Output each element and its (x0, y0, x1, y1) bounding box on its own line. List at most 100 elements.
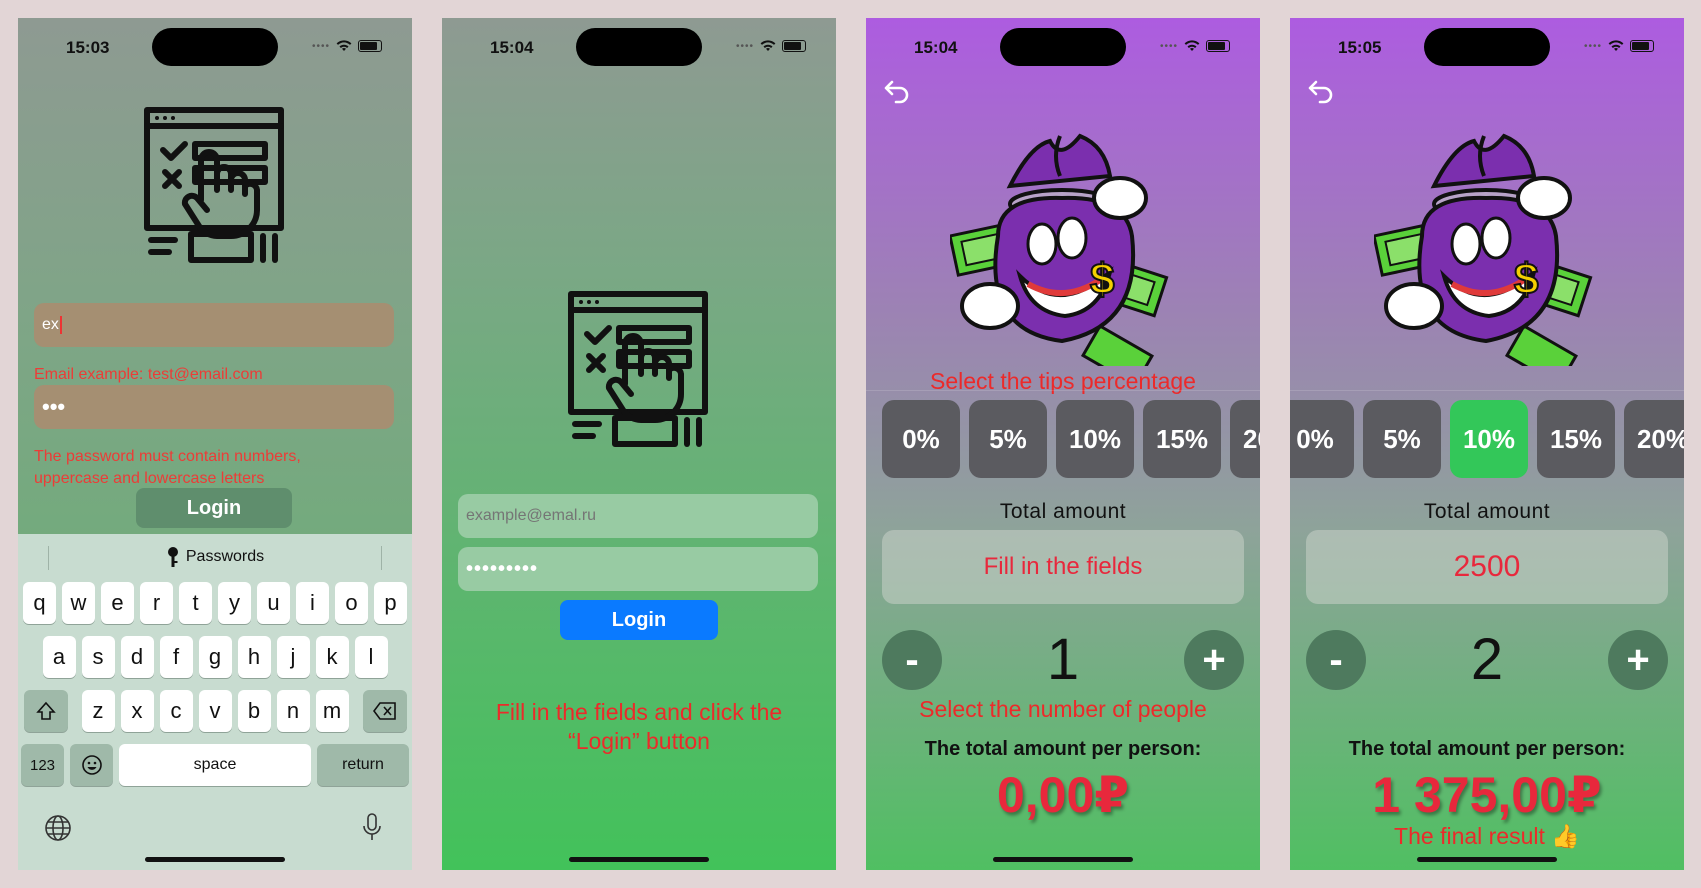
per-person-value: 0,00₽ (996, 767, 1130, 823)
dynamic-island (1000, 28, 1126, 66)
key-c[interactable]: c (159, 690, 193, 732)
svg-text:$: $ (1514, 255, 1538, 304)
email-input[interactable] (458, 494, 818, 538)
battery-icon (782, 40, 806, 52)
key-k[interactable]: k (315, 636, 349, 678)
shift-icon (35, 701, 56, 720)
tips-screen-empty: 15:04 •••• $ Select the tips percentage … (866, 18, 1260, 870)
status-indicators: •••• (1584, 40, 1654, 52)
tip-10-button[interactable]: 10% (1450, 400, 1528, 478)
key-x[interactable]: x (120, 690, 154, 732)
key-p[interactable]: p (374, 582, 407, 624)
keyboard-row-3: z x c v b n m (18, 690, 412, 732)
tip-0-button[interactable]: 0% (882, 400, 960, 478)
tip-15-button[interactable]: 15% (1143, 400, 1221, 478)
tip-20-button[interactable]: 20% (1230, 400, 1260, 478)
tip-5-button[interactable]: 5% (969, 400, 1047, 478)
total-amount-label: Total amount (999, 500, 1127, 523)
key-r[interactable]: r (140, 582, 173, 624)
key-f[interactable]: f (159, 636, 193, 678)
login-button[interactable]: Login (136, 488, 292, 528)
numbers-key[interactable]: 123 (21, 744, 64, 786)
tips-divider (1290, 390, 1684, 391)
shift-key[interactable] (23, 690, 68, 732)
wifi-icon (336, 40, 352, 51)
key-a[interactable]: a (42, 636, 76, 678)
key-h[interactable]: h (237, 636, 271, 678)
wifi-icon (1608, 40, 1624, 51)
space-key[interactable]: space (119, 744, 311, 786)
money-bag-mascot-icon: $ (950, 133, 1169, 366)
increase-people-button[interactable]: + (1608, 630, 1668, 690)
status-indicators: •••• (736, 40, 806, 52)
tip-10-button[interactable]: 10% (1056, 400, 1134, 478)
password-input[interactable]: ••• (34, 385, 394, 429)
key-m[interactable]: m (315, 690, 349, 732)
dynamic-island (576, 28, 702, 66)
status-time: 15:05 (1338, 38, 1382, 57)
final-result-label: The final result 👍 (1394, 823, 1580, 849)
globe-icon[interactable] (44, 814, 72, 842)
backspace-icon (372, 702, 396, 720)
key-j[interactable]: j (276, 636, 310, 678)
keyboard: Passwords q w e r t y u i o p a s d f g … (18, 534, 412, 870)
home-indicator (1417, 857, 1557, 862)
tip-20-button[interactable]: 20% (1624, 400, 1684, 478)
delete-key[interactable] (362, 690, 407, 732)
keyboard-row-2: a s d f g h j k l (18, 636, 412, 678)
keyboard-row-1: q w e r t y u i o p (18, 582, 412, 624)
signal-icon: •••• (735, 40, 754, 52)
battery-icon (358, 40, 382, 52)
wifi-icon (760, 40, 776, 51)
status-time: 15:04 (914, 38, 958, 57)
login-button[interactable]: Login (560, 600, 718, 640)
key-s[interactable]: s (81, 636, 115, 678)
total-amount-input[interactable]: Fill in the fields (882, 530, 1244, 604)
return-key[interactable]: return (317, 744, 409, 786)
tips-screen-result: 15:05 •••• $ 0% 5% 10% 15% 20% Total amo… (1290, 18, 1684, 870)
back-icon[interactable] (880, 74, 914, 108)
login-screen-errors: 15:03 •••• ex Email example: test@email.… (18, 18, 412, 870)
text-cursor (59, 316, 62, 334)
key-o[interactable]: o (335, 582, 368, 624)
dynamic-island (152, 28, 278, 66)
key-u[interactable]: u (257, 582, 290, 624)
status-indicators: •••• (1160, 40, 1230, 52)
password-error: The password must contain numbers, upper… (34, 448, 301, 487)
key-n[interactable]: n (276, 690, 310, 732)
people-count-hint: Select the number of people (919, 696, 1207, 722)
key-d[interactable]: d (120, 636, 154, 678)
key-e[interactable]: e (101, 582, 134, 624)
login-screen-filled: 15:04 •••• ••••••••• Login Fill in the f… (442, 18, 836, 870)
email-input[interactable]: ex (34, 303, 394, 347)
status-indicators: •••• (312, 40, 382, 52)
key-t[interactable]: t (179, 582, 212, 624)
per-person-label: The total amount per person: (1348, 738, 1626, 760)
back-icon[interactable] (1304, 74, 1338, 108)
key-i[interactable]: i (296, 582, 329, 624)
suggest-divider-left (48, 546, 49, 570)
tip-5-button[interactable]: 5% (1363, 400, 1441, 478)
tips-selector: 0% 5% 10% 15% 20% (866, 400, 1260, 478)
tip-15-button[interactable]: 15% (1537, 400, 1615, 478)
key-q[interactable]: q (23, 582, 56, 624)
total-amount-input[interactable]: 2500 (1306, 530, 1668, 604)
login-hint: Fill in the fields and click the “Login”… (495, 699, 783, 754)
money-bag-mascot-icon: $ (1374, 133, 1593, 366)
key-w[interactable]: w (62, 582, 95, 624)
key-y[interactable]: y (218, 582, 251, 624)
login-form-icon (144, 107, 284, 263)
increase-people-button[interactable]: + (1184, 630, 1244, 690)
signal-icon: •••• (1583, 40, 1602, 52)
emoji-key[interactable] (70, 744, 113, 786)
key-v[interactable]: v (198, 690, 232, 732)
key-l[interactable]: l (354, 636, 388, 678)
key-b[interactable]: b (237, 690, 271, 732)
key-z[interactable]: z (81, 690, 115, 732)
per-person-value: 1 375,00₽ (1372, 767, 1602, 823)
key-g[interactable]: g (198, 636, 232, 678)
password-input[interactable]: ••••••••• (458, 547, 818, 591)
tip-0-button[interactable]: 0% (1290, 400, 1354, 478)
passwords-suggestion[interactable]: Passwords (18, 534, 412, 580)
microphone-icon[interactable] (362, 812, 382, 842)
